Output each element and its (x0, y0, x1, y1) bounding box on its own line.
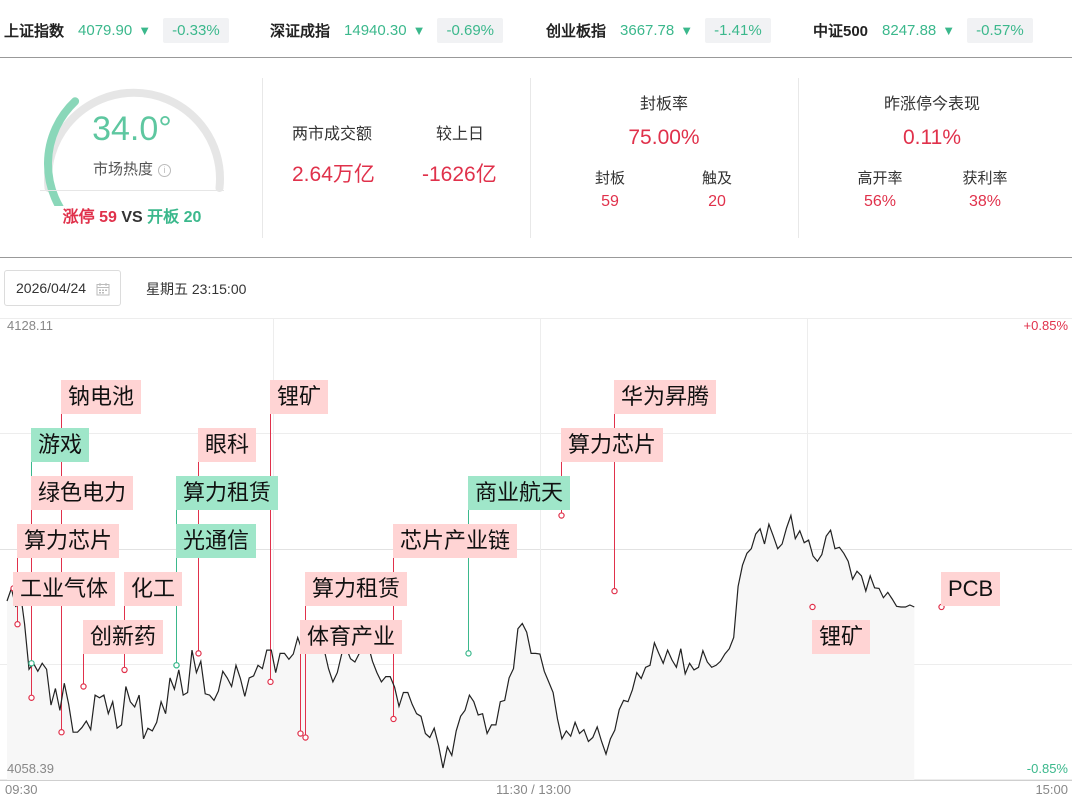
vs-label: VS (121, 209, 143, 226)
event-dot (173, 662, 180, 669)
event-label[interactable]: 绿色电力 (31, 476, 134, 510)
index-value: 14940.30 (344, 21, 407, 39)
right-max-label: +0.85% (1023, 318, 1068, 333)
opened-label: 开板 (147, 209, 180, 226)
profit-label: 获利率 (962, 170, 1008, 187)
index-change: -0.57% (967, 17, 1033, 43)
index-name: 中证500 (813, 22, 869, 40)
event-dot (558, 512, 565, 519)
event-dot (302, 734, 309, 741)
y-max-label: 4128.11 (7, 318, 54, 333)
index-item-sz[interactable]: 深证成指 14940.30 ▼ -0.69% (270, 16, 503, 44)
event-label[interactable]: 眼科 (198, 428, 257, 462)
date-value: 2026/04/24 (16, 280, 87, 296)
index-change: -0.69% (437, 17, 503, 43)
touched-label: 触及 (701, 170, 732, 187)
turnover-compare-value: -1626亿 (422, 163, 497, 186)
x-label-close: 15:00 (1035, 782, 1068, 797)
down-arrow-icon: ▼ (412, 22, 426, 38)
y-min-label: 4058.39 (7, 761, 54, 776)
event-dot (297, 730, 304, 737)
index-value: 4079.90 (78, 21, 133, 39)
down-arrow-icon: ▼ (138, 22, 152, 38)
event-dot (28, 660, 35, 667)
seal-rate-value: 75.00% (628, 126, 700, 149)
event-dot (465, 650, 472, 657)
event-label[interactable]: 钠电池 (61, 380, 142, 414)
index-name: 深证成指 (270, 22, 331, 40)
event-label[interactable]: PCB (941, 572, 1001, 606)
event-dot (390, 715, 397, 723)
high-open-value: 56% (863, 193, 897, 210)
market-stats-panel: 34.0° 市场热度 i 涨停 59 VS 开板 20 两市成交额 2.64万亿 … (0, 58, 1072, 258)
info-icon[interactable]: i (158, 164, 171, 177)
down-arrow-icon: ▼ (942, 22, 956, 38)
index-item-zz500[interactable]: 中证500 8247.88 ▼ -0.57% (813, 16, 1033, 44)
event-dot (809, 603, 816, 611)
index-change: -1.41% (705, 17, 771, 43)
sealed-label: 封板 (594, 170, 625, 187)
event-label[interactable]: 锂矿 (812, 620, 871, 654)
event-dot (14, 621, 21, 628)
index-change: -0.33% (163, 17, 229, 43)
event-label[interactable]: 芯片产业链 (393, 524, 518, 558)
divider (0, 257, 1072, 258)
calendar-icon[interactable] (96, 282, 110, 296)
event-label[interactable]: 光通信 (176, 524, 257, 558)
event-dot (58, 729, 65, 736)
high-open-label: 高开率 (857, 170, 903, 187)
market-temperature: 34.0° (92, 110, 172, 148)
event-label[interactable]: 算力租赁 (305, 572, 408, 606)
index-item-cyb[interactable]: 创业板指 3667.78 ▼ -1.41% (546, 16, 771, 44)
x-label-midday: 11:30 / 13:00 (496, 782, 571, 797)
down-arrow-icon: ▼ (680, 22, 694, 38)
turnover-compare-title: 较上日 (436, 126, 485, 143)
index-value: 8247.88 (882, 21, 937, 39)
event-label[interactable]: 商业航天 (468, 476, 571, 510)
market-heat-label: 市场热度 i (40, 158, 224, 179)
limit-summary: 涨停 59 VS 开板 20 (40, 203, 224, 227)
yesterday-value: 0.11% (903, 126, 961, 149)
divider (40, 190, 224, 191)
event-label[interactable]: 体育产业 (300, 620, 403, 654)
event-label[interactable]: 算力芯片 (561, 428, 664, 462)
touched-value: 20 (708, 193, 726, 210)
weekday-time: 星期五 23:15:00 (146, 281, 247, 297)
event-dot (195, 650, 202, 657)
turnover-title: 两市成交额 (292, 126, 373, 143)
yesterday-title: 昨涨停今表现 (883, 96, 980, 113)
date-picker[interactable]: 2026/04/24 (4, 270, 121, 306)
sealed-value: 59 (601, 193, 619, 210)
opened-count: 20 (183, 209, 202, 226)
event-label[interactable]: 华为昇腾 (614, 380, 717, 414)
intraday-chart (0, 318, 1072, 781)
index-name: 上证指数 (4, 22, 65, 40)
right-min-label: -0.85% (1026, 761, 1068, 776)
event-dot (80, 683, 87, 690)
event-dot (611, 587, 618, 595)
seal-rate-title: 封板率 (639, 96, 688, 113)
event-dot (28, 694, 35, 701)
index-item-sh[interactable]: 上证指数 4079.90 ▼ -0.33% (4, 16, 229, 44)
event-dot (121, 666, 128, 674)
event-label[interactable]: 创新药 (83, 620, 164, 654)
event-label[interactable]: 工业气体 (13, 572, 116, 606)
event-dot (267, 678, 274, 686)
event-label[interactable]: 算力芯片 (17, 524, 120, 558)
index-value: 3667.78 (620, 21, 675, 39)
event-label[interactable]: 算力租赁 (176, 476, 279, 510)
turnover-value: 2.64万亿 (292, 163, 375, 186)
divider (262, 78, 263, 238)
index-bar: 上证指数 4079.90 ▼ -0.33% 深证成指 14940.30 ▼ -0… (0, 0, 1080, 58)
event-label[interactable]: 锂矿 (270, 380, 329, 414)
limit-up-label: 涨停 (62, 209, 95, 226)
index-name: 创业板指 (546, 22, 607, 40)
event-label[interactable]: 游戏 (31, 428, 90, 462)
x-label-open: 09:30 (5, 782, 38, 797)
market-heat-text: 市场热度 (92, 161, 153, 178)
profit-value: 38% (968, 193, 1002, 210)
event-label[interactable]: 化工 (124, 572, 183, 606)
limit-up-count: 59 (99, 209, 117, 226)
